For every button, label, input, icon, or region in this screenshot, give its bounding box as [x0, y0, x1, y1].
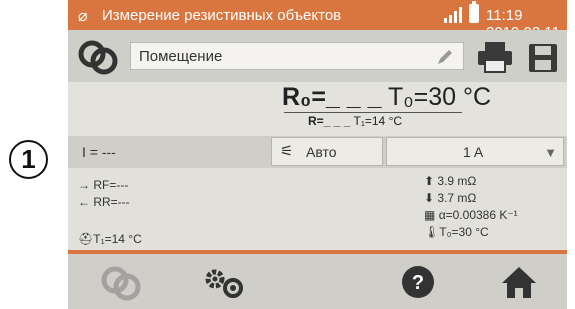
sub-result: R=_ _ _ T₁=14 °C	[308, 114, 402, 128]
alpha-row: ▦ α=0.00386 K⁻¹	[424, 208, 518, 222]
mode-label: Авто	[306, 144, 337, 160]
forward-icon: ⬆	[424, 174, 435, 188]
r-value: R=_ _ _	[308, 114, 351, 128]
current-readout: I = ---	[82, 144, 116, 160]
location-field[interactable]: Помещение	[130, 42, 464, 70]
r0-value: R₀=_ _ _	[282, 83, 382, 111]
toolbar: Помещение	[68, 30, 567, 82]
t0-row: 🌡T₀=30 °C	[424, 225, 489, 239]
t1-info: T₁=14 °C	[93, 232, 142, 246]
result-panel: R₀=_ _ _ T₀=30 °C R=_ _ _ T₁=14 °C	[68, 82, 567, 136]
pencil-icon[interactable]	[435, 47, 455, 67]
object-icon[interactable]	[98, 264, 144, 302]
meter-screen: ⌀ Измерение резистивных объектов 11:19 2…	[68, 0, 567, 309]
battery-icon	[469, 1, 479, 23]
rf-value: RF=---	[93, 178, 129, 192]
callout-number: 1	[9, 140, 48, 179]
status-title: Измерение резистивных объектов	[102, 7, 342, 24]
res2-value: 3.7 mΩ	[437, 191, 477, 205]
auto-icon: ⚟	[280, 143, 294, 160]
main-result: R₀=_ _ _ T₀=30 °C	[282, 83, 491, 112]
reverse-icon: ⬇	[424, 191, 435, 205]
help-icon[interactable]: ?	[400, 264, 436, 300]
thermometer-icon: 🌡	[424, 225, 440, 239]
rf-row: → RF=---	[78, 178, 129, 192]
result-divider	[284, 112, 462, 113]
callout-label: 1	[21, 144, 36, 174]
bottom-bar: ?	[68, 254, 567, 309]
save-icon[interactable]	[526, 41, 560, 75]
control-row: I = --- ⚟ Авто 1 A ▼	[68, 136, 567, 168]
t1-value: T₁=14 °C	[353, 114, 403, 128]
t1-row: ⛑T₁=14 °C	[78, 232, 142, 246]
svg-text:?: ?	[412, 272, 424, 294]
signal-icon	[444, 7, 462, 23]
info-panel: → RF=--- ← RR=--- ⛑T₁=14 °C ⬆ 3.9 mΩ ⬇ 3…	[68, 168, 567, 250]
res-forward-row: ⬆ 3.9 mΩ	[424, 174, 476, 188]
temperature-sensor-icon: ⛑	[78, 232, 94, 246]
res1-value: 3.9 mΩ	[437, 174, 477, 188]
settings-icon[interactable]	[202, 267, 250, 299]
test-current-value: 1 A	[463, 144, 484, 160]
auto-mode-button[interactable]: ⚟ Авто	[271, 137, 383, 166]
location-text: Помещение	[139, 48, 223, 65]
status-bar: ⌀ Измерение резистивных объектов 11:19 2…	[68, 0, 567, 41]
t0-info: T₀=30 °C	[439, 225, 489, 239]
calculator-icon: ▦	[424, 208, 436, 222]
test-current-select[interactable]: 1 A ▼	[386, 137, 564, 166]
res-reverse-row: ⬇ 3.7 mΩ	[424, 191, 476, 205]
measurement-icon: ⌀	[78, 8, 88, 25]
chevron-down-icon: ▼	[544, 145, 557, 160]
printer-icon[interactable]	[476, 40, 514, 74]
rr-row: ← RR=---	[78, 195, 130, 209]
object-icon[interactable]	[76, 38, 120, 76]
t0-value: T₀=30 °C	[388, 83, 492, 111]
home-icon[interactable]	[500, 264, 538, 300]
rr-value: RR=---	[93, 195, 130, 209]
alpha-value: α=0.00386 K⁻¹	[438, 208, 518, 222]
